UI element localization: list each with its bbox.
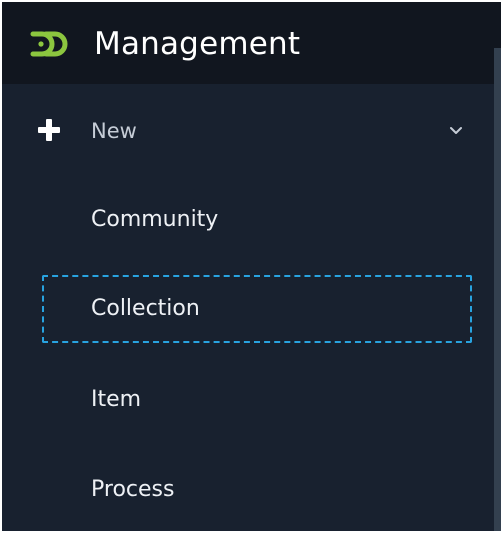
dspace-logo-icon	[30, 31, 68, 57]
sidebar-header: Management	[2, 2, 501, 84]
chevron-down-icon	[450, 127, 462, 134]
sidebar-title: Management	[94, 26, 301, 62]
new-menu-label: New	[91, 119, 137, 143]
menu-item-label: Collection	[91, 296, 200, 321]
sidebar-scrollbar[interactable]	[494, 48, 501, 531]
new-item-item[interactable]: Item	[42, 365, 472, 433]
plus-icon	[38, 119, 60, 141]
new-menu-toggle[interactable]: New	[2, 94, 492, 166]
admin-sidebar: Management New Community Collection Item…	[2, 2, 501, 531]
new-collection-item[interactable]: Collection	[42, 275, 472, 343]
menu-item-label: Item	[91, 387, 142, 412]
menu-item-label: Process	[91, 477, 175, 502]
new-community-item[interactable]: Community	[42, 185, 472, 253]
new-process-item[interactable]: Process	[42, 455, 472, 523]
menu-item-label: Community	[91, 207, 219, 232]
